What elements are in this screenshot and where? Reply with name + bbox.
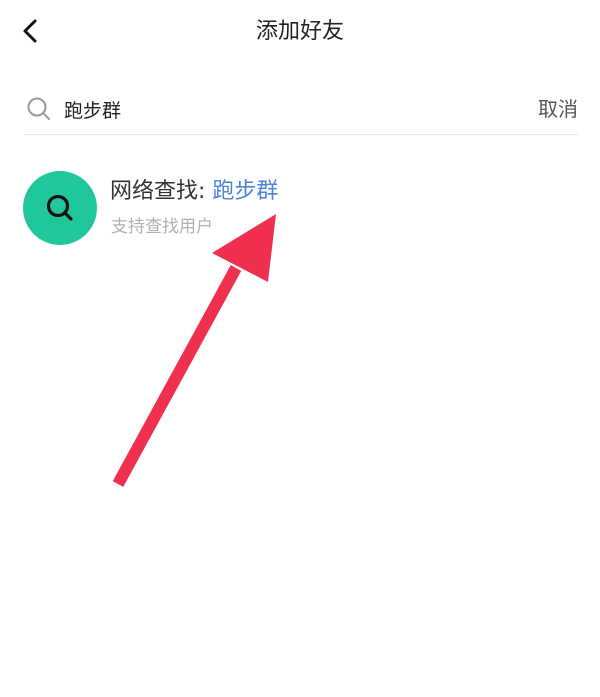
cancel-button[interactable]: 取消 — [538, 94, 578, 124]
page-title: 添加好友 — [255, 19, 344, 44]
result-title-prefix: 网络查找: — [110, 179, 213, 204]
result-subtitle: 支持查找用户 — [111, 217, 213, 237]
search-icon — [46, 194, 73, 221]
add-friend-page: 添加好友 取消 网络查找: 跑步群 支持查找用户 — [0, 0, 600, 697]
result-keyword: 跑步群 — [212, 179, 279, 204]
header: 添加好友 — [0, 0, 600, 66]
result-title: 网络查找: 跑步群 — [110, 176, 278, 208]
search-icon — [27, 97, 50, 120]
search-input[interactable] — [64, 92, 504, 126]
search-bar: 取消 — [24, 90, 578, 135]
result-avatar — [23, 171, 97, 245]
network-search-result[interactable]: 网络查找: 跑步群 支持查找用户 — [0, 160, 600, 250]
